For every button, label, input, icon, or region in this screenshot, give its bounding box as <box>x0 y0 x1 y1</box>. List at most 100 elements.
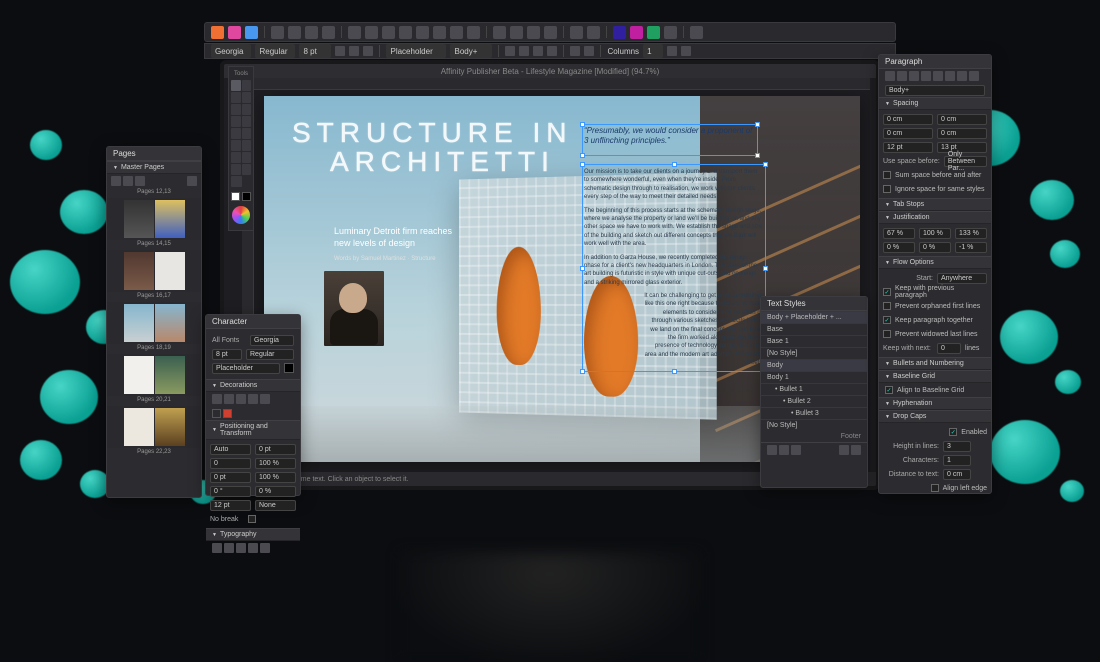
prevent-orphan-check[interactable] <box>883 302 891 310</box>
page-thumb-2[interactable] <box>107 302 201 344</box>
flip-h-icon[interactable] <box>493 26 506 39</box>
place-image-tool[interactable] <box>231 140 241 151</box>
account-icon[interactable] <box>690 26 703 39</box>
font-style-select[interactable]: Regular <box>255 44 295 58</box>
strikethrough-btn[interactable] <box>236 394 246 404</box>
zoom-tool[interactable] <box>242 164 252 175</box>
para-style-select[interactable]: Body+ <box>885 85 985 96</box>
para-align-right-icon[interactable] <box>909 71 919 81</box>
kerning-input[interactable]: Auto <box>210 444 251 455</box>
distance-input[interactable]: 0 cm <box>943 469 971 480</box>
text-style-base[interactable]: Base <box>761 323 867 335</box>
vector-crop-tool[interactable] <box>242 140 252 151</box>
just-lopt-input[interactable]: 0 % <box>919 242 951 253</box>
decoration-red-swatch[interactable] <box>223 409 232 418</box>
delete-page-icon[interactable] <box>135 176 145 186</box>
hyphenation-header[interactable]: Hyphenation <box>879 397 991 410</box>
author-portrait[interactable] <box>324 271 384 346</box>
text-style-bullet3[interactable]: • Bullet 3 <box>761 407 867 419</box>
para-align-left-icon[interactable] <box>885 71 895 81</box>
text-styles-title[interactable]: Text Styles <box>761 297 867 311</box>
align-left-edge-check[interactable] <box>931 484 939 492</box>
baseline-header[interactable]: Baseline Grid <box>879 370 991 383</box>
text-align-right-icon[interactable] <box>533 46 543 56</box>
add-page-icon[interactable] <box>111 176 121 186</box>
keep-next-input[interactable]: 0 <box>937 343 961 354</box>
distribute-v-icon[interactable] <box>467 26 480 39</box>
ignore-space-check[interactable] <box>883 185 891 193</box>
rounded-rect-tool[interactable] <box>231 128 241 139</box>
align-right-icon[interactable] <box>382 26 395 39</box>
bullets-header[interactable]: Bullets and Numbering <box>879 357 991 370</box>
subheadline-text[interactable]: Luminary Detroit firm reaches new levels… <box>334 226 464 249</box>
arrange-back-icon[interactable] <box>271 26 284 39</box>
style-add-char-icon[interactable] <box>779 445 789 455</box>
underline-icon[interactable] <box>363 46 373 56</box>
flow-header[interactable]: Flow Options <box>879 256 991 269</box>
text-style-body[interactable]: Body <box>761 359 867 371</box>
no-break-check[interactable] <box>248 515 256 523</box>
scale-h-input[interactable]: 100 % <box>255 458 296 469</box>
scale-v-input[interactable]: 100 % <box>255 472 296 483</box>
decorations-header[interactable]: Decorations <box>206 379 300 392</box>
pages-panel-title[interactable]: Pages <box>107 147 201 161</box>
arrange-backward-icon[interactable] <box>288 26 301 39</box>
font-family-select[interactable]: Georgia <box>211 44 251 58</box>
sub-icon[interactable] <box>260 543 270 553</box>
text-wrap-icon[interactable] <box>667 46 677 56</box>
leading-override-input[interactable]: 0 pt <box>210 472 251 483</box>
caps-icon[interactable] <box>224 543 234 553</box>
show-special-icon[interactable] <box>681 46 691 56</box>
fill-stroke-swatches[interactable] <box>231 192 251 201</box>
para-justify-center-icon[interactable] <box>933 71 943 81</box>
shear-input[interactable]: 0 ° <box>210 486 251 497</box>
ellipse-tool[interactable] <box>242 116 252 127</box>
spacing-header[interactable]: Spacing <box>879 97 991 110</box>
last-indent-input[interactable]: 0 cm <box>937 128 987 139</box>
arrange-front-icon[interactable] <box>322 26 335 39</box>
start-select[interactable]: Anywhere <box>937 273 987 284</box>
text-style-body1[interactable]: Body 1 <box>761 371 867 383</box>
para-justify-right-icon[interactable] <box>945 71 955 81</box>
prevent-widow-check[interactable] <box>883 330 891 338</box>
duplicate-page-icon[interactable] <box>123 176 133 186</box>
dropcaps-header[interactable]: Drop Caps <box>879 410 991 423</box>
page-thumb-3[interactable] <box>107 354 201 396</box>
para-align-center-icon[interactable] <box>897 71 907 81</box>
page-thumb-0[interactable] <box>107 198 201 240</box>
persona-publisher-icon[interactable] <box>211 26 224 39</box>
character-panel-title[interactable]: Character <box>206 315 300 329</box>
preview-icon[interactable] <box>630 26 643 39</box>
keep-together-check[interactable] <box>883 316 891 324</box>
snap-icon[interactable] <box>570 26 583 39</box>
underline-btn[interactable] <box>212 394 222 404</box>
text-style-crumb[interactable]: Body + Placeholder + ... <box>761 311 867 323</box>
style-delete-icon[interactable] <box>839 445 849 455</box>
use-space-select[interactable]: Only Between Par... <box>944 156 987 167</box>
justification-header[interactable]: Justification <box>879 211 991 224</box>
headline-text[interactable]: STRUCTURE IN ARCHITETTI <box>292 118 572 177</box>
height-lines-input[interactable]: 3 <box>943 441 971 452</box>
pen-tool[interactable] <box>242 104 252 115</box>
sum-space-check[interactable] <box>883 171 891 179</box>
preflight-icon[interactable] <box>613 26 626 39</box>
just-lmin-input[interactable]: 0 % <box>883 242 915 253</box>
style-menu-icon[interactable] <box>851 445 861 455</box>
ligatures-icon[interactable] <box>212 543 222 553</box>
positioning-header[interactable]: Positioning and Transform <box>206 420 300 440</box>
just-min-input[interactable]: 67 % <box>883 228 915 239</box>
persona-photo-icon[interactable] <box>245 26 258 39</box>
right-indent-input[interactable]: 0 cm <box>937 114 987 125</box>
double-underline-btn[interactable] <box>224 394 234 404</box>
artistic-text-tool[interactable] <box>242 92 252 103</box>
superscript-btn[interactable] <box>248 394 258 404</box>
default-leading-input[interactable]: 12 pt <box>210 500 251 511</box>
tracking-input[interactable]: 0 <box>210 458 251 469</box>
align-left-icon[interactable] <box>348 26 361 39</box>
left-indent-input[interactable]: 0 cm <box>883 114 933 125</box>
just-max-input[interactable]: 133 % <box>955 228 987 239</box>
bold-icon[interactable] <box>335 46 345 56</box>
page-thumb-4[interactable] <box>107 406 201 448</box>
persona-designer-icon[interactable] <box>228 26 241 39</box>
text-style-nostyle2[interactable]: [No Style] <box>761 419 867 431</box>
